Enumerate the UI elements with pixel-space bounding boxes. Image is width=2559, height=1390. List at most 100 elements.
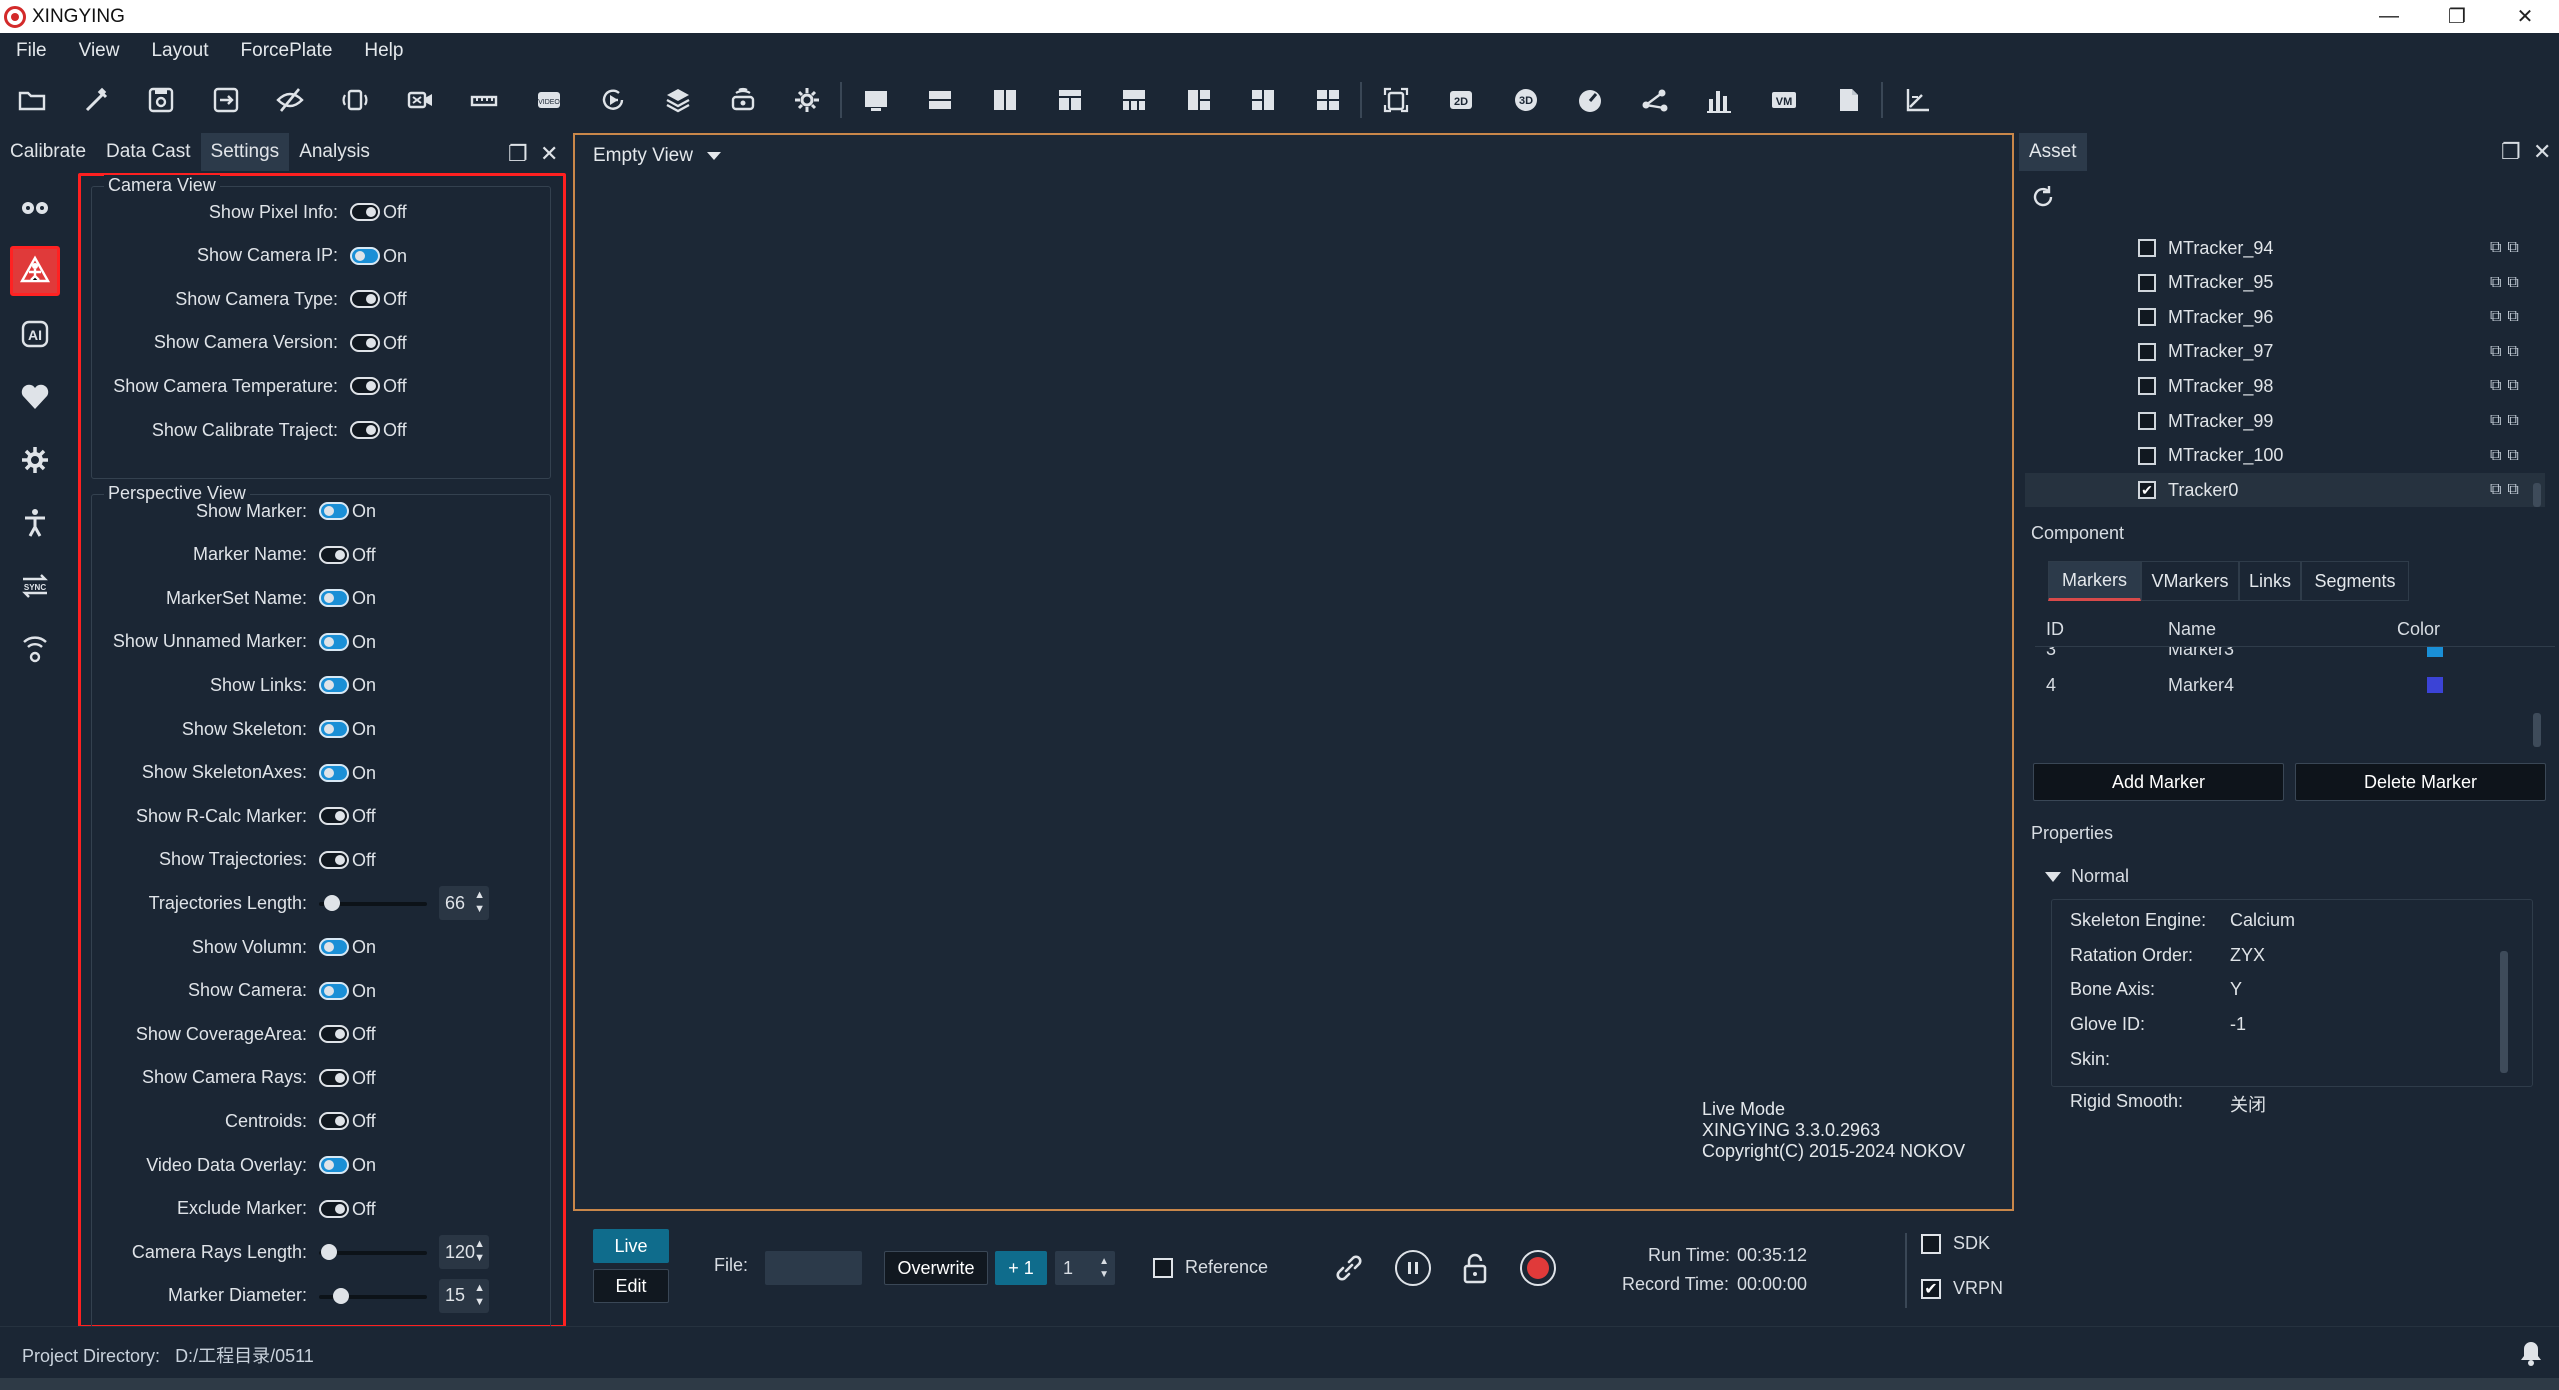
add-marker-button[interactable]: Add Marker xyxy=(2033,763,2284,801)
increment-button[interactable]: + 1 xyxy=(995,1251,1047,1285)
tracker-actions-icon[interactable]: ⧉⧉ xyxy=(2490,481,2525,499)
setting-toggle[interactable] xyxy=(319,1025,349,1044)
setting-toggle[interactable] xyxy=(319,981,349,1000)
tab-calibrate[interactable]: Calibrate xyxy=(0,133,96,171)
tracker-checkbox[interactable] xyxy=(2138,377,2156,396)
skeleton-view-icon[interactable] xyxy=(10,246,60,296)
float-panel-icon[interactable]: ❐ xyxy=(508,141,528,167)
layout-left-split-icon[interactable] xyxy=(1181,82,1217,118)
tracker-checkbox[interactable] xyxy=(2138,446,2156,465)
setting-toggle[interactable] xyxy=(350,377,380,396)
setting-toggle[interactable] xyxy=(319,502,349,520)
gauge-icon[interactable] xyxy=(1572,82,1608,118)
setting-toggle[interactable] xyxy=(350,290,380,309)
tracker-row[interactable]: MTracker_98 ⧉⧉ xyxy=(2025,369,2545,403)
minimize-button[interactable]: — xyxy=(2355,0,2423,33)
setting-toggle[interactable] xyxy=(319,807,349,826)
open-folder-icon[interactable] xyxy=(14,82,50,118)
setting-slider[interactable] xyxy=(319,1237,429,1267)
tracker-checkbox[interactable] xyxy=(2138,308,2156,327)
menu-forceplate[interactable]: ForcePlate xyxy=(241,40,333,62)
setting-toggle[interactable] xyxy=(319,763,349,782)
properties-scrollbar[interactable] xyxy=(2500,951,2508,1073)
cameras-icon[interactable] xyxy=(10,183,60,233)
layout-t-icon[interactable] xyxy=(1116,82,1152,118)
view-2d-icon[interactable]: 2D xyxy=(1443,82,1479,118)
unlock-icon[interactable] xyxy=(1457,1250,1493,1286)
link-icon[interactable] xyxy=(1331,1250,1367,1286)
save-as-icon[interactable] xyxy=(208,82,244,118)
view-3d-icon[interactable]: 3D xyxy=(1508,82,1544,118)
document-icon[interactable] xyxy=(1831,82,1867,118)
stepper-arrows-icon[interactable]: ▲ ▼ xyxy=(474,888,485,916)
setting-toggle[interactable] xyxy=(319,632,349,651)
tab-analysis[interactable]: Analysis xyxy=(289,133,380,171)
marker-color-swatch[interactable] xyxy=(2427,647,2443,657)
bar-chart-icon[interactable] xyxy=(1701,82,1737,118)
pause-button[interactable] xyxy=(1395,1250,1431,1286)
tab-settings[interactable]: Settings xyxy=(200,133,290,171)
close-panel-icon[interactable]: ✕ xyxy=(540,141,558,167)
restore-button[interactable]: ❐ xyxy=(2423,0,2491,33)
heart-icon[interactable] xyxy=(10,372,60,422)
axis-icon[interactable] xyxy=(1899,82,1935,118)
float-panel-icon[interactable]: ❐ xyxy=(2501,139,2521,165)
setting-slider[interactable] xyxy=(319,1281,429,1311)
counter-stepper[interactable]: 1 ▲ ▼ xyxy=(1055,1251,1115,1285)
wireless-icon[interactable] xyxy=(10,624,60,674)
save-icon[interactable] xyxy=(143,82,179,118)
slider-handle[interactable] xyxy=(320,1244,337,1261)
setting-slider[interactable] xyxy=(319,888,429,918)
layout-two-rows-icon[interactable] xyxy=(922,82,958,118)
layers-icon[interactable] xyxy=(660,82,696,118)
layout-right-split-icon[interactable] xyxy=(1245,82,1281,118)
tracker-actions-icon[interactable]: ⧉⧉ xyxy=(2490,343,2525,361)
delete-marker-button[interactable]: Delete Marker xyxy=(2295,763,2546,801)
menu-view[interactable]: View xyxy=(79,40,120,62)
setting-toggle[interactable] xyxy=(319,1112,349,1131)
tab-asset[interactable]: Asset xyxy=(2019,133,2087,171)
tracker-actions-icon[interactable]: ⧉⧉ xyxy=(2490,447,2525,465)
setting-spinbox[interactable]: 15 ▲ ▼ xyxy=(439,1278,489,1313)
table-row[interactable]: 3 Marker3 xyxy=(2035,647,2535,665)
stepper-arrows-icon[interactable]: ▲ ▼ xyxy=(474,1281,485,1309)
tracker-actions-icon[interactable]: ⧉⧉ xyxy=(2490,412,2525,430)
table-row[interactable]: 4 Marker4 xyxy=(2035,669,2535,701)
viewport[interactable]: Empty View Live Mode XINGYING 3.3.0.2963… xyxy=(573,133,2014,1211)
hide-icon[interactable] xyxy=(272,82,308,118)
tracker-row[interactable]: MTracker_97 ⧉⧉ xyxy=(2025,335,2545,369)
table-row[interactable]: • xyxy=(2035,705,2535,706)
ai-icon[interactable]: AI xyxy=(10,309,60,359)
layout-two-cols-icon[interactable] xyxy=(987,82,1023,118)
file-input[interactable] xyxy=(765,1251,862,1285)
sdk-checkbox[interactable] xyxy=(1921,1234,1941,1254)
tab-markers[interactable]: Markers xyxy=(2048,561,2141,601)
tracker-checkbox[interactable] xyxy=(2138,273,2156,292)
menu-layout[interactable]: Layout xyxy=(151,40,208,62)
tracker-actions-icon[interactable]: ⧉⧉ xyxy=(2490,308,2525,326)
marker-color-swatch[interactable] xyxy=(2427,677,2443,693)
wand-icon[interactable] xyxy=(79,82,115,118)
reference-checkbox[interactable] xyxy=(1153,1258,1173,1278)
tracker-checkbox[interactable] xyxy=(2138,342,2156,361)
vm-icon[interactable]: VM xyxy=(1766,82,1802,118)
tracker-actions-icon[interactable]: ⧉⧉ xyxy=(2490,239,2525,257)
tracker-row[interactable]: ✔ Tracker0 ⧉⧉ xyxy=(2025,473,2545,508)
stepper-arrows-icon[interactable]: ▲ ▼ xyxy=(474,1237,485,1265)
share-graph-icon[interactable] xyxy=(1637,82,1673,118)
setting-spinbox[interactable]: 66 ▲ ▼ xyxy=(439,886,489,921)
tracker-row[interactable]: MTracker_94 ⧉⧉ xyxy=(2025,231,2545,265)
layout-three-rows-icon[interactable] xyxy=(1052,82,1088,118)
tab-segments[interactable]: Segments xyxy=(2301,561,2409,601)
layout-single-icon[interactable] xyxy=(858,82,894,118)
setting-toggle[interactable] xyxy=(319,850,349,869)
rotate-camera-icon[interactable] xyxy=(337,82,373,118)
slider-handle[interactable] xyxy=(323,895,340,912)
setting-toggle[interactable] xyxy=(350,203,380,221)
video-camera-icon[interactable] xyxy=(402,82,438,118)
setting-toggle[interactable] xyxy=(319,938,349,956)
ruler-icon[interactable] xyxy=(466,82,502,118)
refresh-icon[interactable] xyxy=(595,82,631,118)
live-button[interactable]: Live xyxy=(593,1229,669,1263)
tab-data-cast[interactable]: Data Cast xyxy=(96,133,200,171)
